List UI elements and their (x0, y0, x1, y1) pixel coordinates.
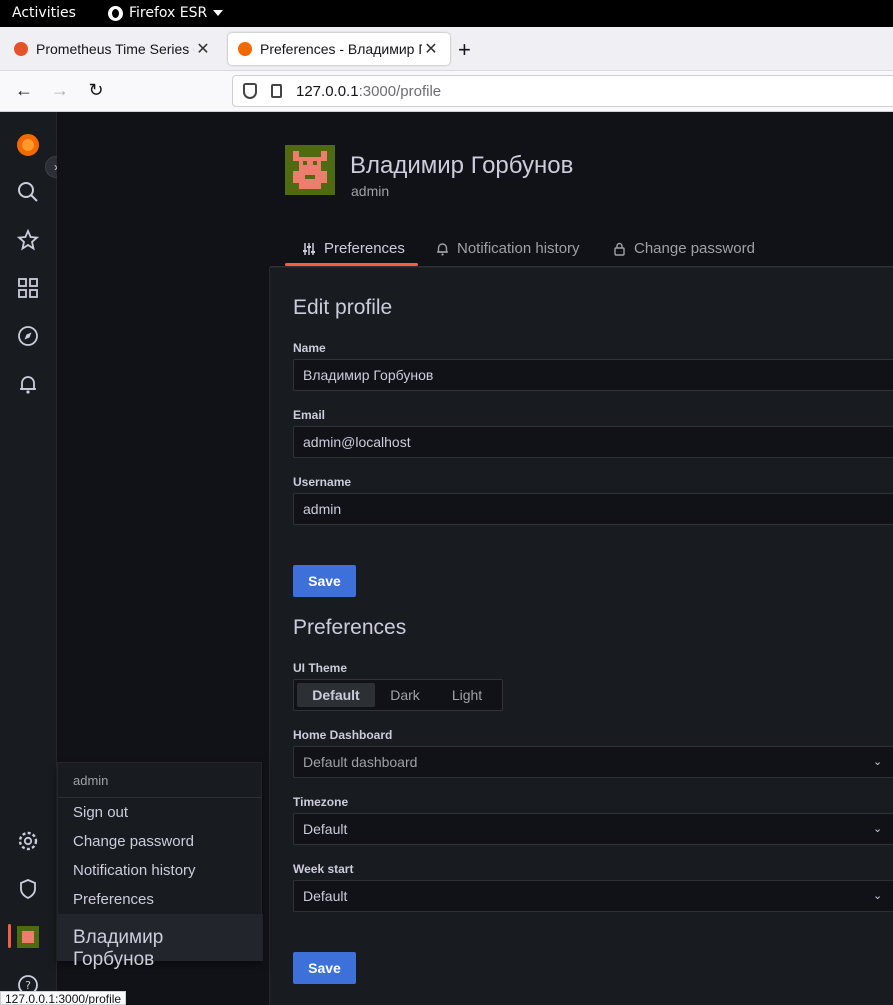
user-menu-name[interactable]: Владимир Горбунов (58, 914, 263, 970)
forward-icon[interactable]: → (48, 80, 72, 101)
save-preferences-button[interactable]: Save (293, 952, 356, 984)
chevron-down-icon: ⌄ (873, 890, 883, 902)
tab-label: Notification history (457, 240, 580, 257)
user-avatar-icon[interactable] (16, 925, 40, 949)
close-tab-icon[interactable]: ✕ (194, 39, 212, 59)
email-label: Email (293, 408, 326, 422)
sliders-icon (303, 242, 315, 255)
explore-compass-icon[interactable] (16, 324, 40, 348)
tab-label: Change password (634, 240, 755, 257)
search-icon[interactable] (16, 180, 40, 204)
back-icon[interactable]: ← (12, 80, 36, 101)
close-tab-icon[interactable]: ✕ (422, 39, 440, 59)
menu-item-preferences[interactable]: Preferences (73, 891, 154, 908)
server-admin-shield-icon[interactable] (16, 877, 40, 901)
theme-option-default[interactable]: Default (297, 683, 375, 707)
preferences-heading: Preferences (293, 616, 407, 639)
browser-tab-preferences[interactable]: Preferences - Владимир Г ✕ (228, 33, 450, 65)
menu-item-change-password[interactable]: Change password (73, 833, 194, 850)
chevron-down-icon: ⌄ (873, 756, 883, 768)
gnome-top-bar: Activities Firefox ESR (0, 0, 893, 27)
page-info-icon[interactable] (271, 84, 282, 98)
tab-title: Prometheus Time Series C (36, 41, 194, 57)
name-label: Name (293, 341, 326, 355)
status-link-preview: 127.0.0.1:3000/profile (0, 991, 127, 1005)
url-path: :3000/profile (358, 82, 442, 100)
week-start-select[interactable]: Default (293, 880, 893, 912)
configuration-gear-icon[interactable] (16, 829, 40, 853)
week-start-label: Week start (293, 862, 354, 876)
tab-notification-history[interactable]: Notification history (436, 240, 580, 257)
user-menu-header: admin (58, 763, 261, 798)
dashboards-icon[interactable] (16, 276, 40, 300)
address-bar[interactable]: 127.0.0.1:3000/profile (232, 75, 893, 107)
edit-profile-heading: Edit profile (293, 296, 393, 319)
username-input[interactable]: admin (293, 493, 893, 525)
profile-login: admin (351, 183, 390, 199)
ui-theme-label: UI Theme (293, 661, 348, 675)
grafana-favicon-icon (238, 42, 252, 56)
app-menu[interactable]: Firefox ESR (108, 5, 224, 21)
username-label: Username (293, 475, 352, 489)
profile-avatar (285, 145, 335, 195)
timezone-select[interactable]: Default (293, 813, 893, 845)
lock-icon (614, 242, 625, 256)
bell-icon (437, 242, 448, 256)
ui-theme-radio-group: Default Dark Light (293, 679, 503, 711)
save-profile-button[interactable]: Save (293, 565, 356, 597)
name-input[interactable]: Владимир Горбунов (293, 359, 893, 391)
tab-preferences[interactable]: Preferences (302, 240, 405, 257)
theme-option-light[interactable]: Light (436, 683, 498, 707)
firefox-icon (108, 5, 123, 21)
browser-nav-bar: ← → ↻ 127.0.0.1:3000/profile (0, 71, 893, 112)
menu-item-notification-history[interactable]: Notification history (73, 862, 196, 879)
browser-tab-strip: Prometheus Time Series C ✕ Preferences -… (0, 27, 893, 71)
home-dashboard-select[interactable]: Default dashboard (293, 746, 893, 778)
theme-option-dark[interactable]: Dark (378, 683, 432, 707)
profile-name: Владимир Горбунов (350, 152, 574, 179)
new-tab-icon[interactable]: + (458, 37, 471, 63)
tab-label: Preferences (324, 240, 405, 257)
browser-tab-prometheus[interactable]: Prometheus Time Series C ✕ (4, 33, 222, 65)
app-menu-label: Firefox ESR (129, 5, 208, 21)
caret-down-icon (213, 10, 224, 16)
chevron-down-icon: ⌄ (873, 823, 883, 835)
activities-button[interactable]: Activities (12, 5, 76, 21)
prometheus-favicon-icon (14, 42, 28, 56)
alerting-bell-icon[interactable] (16, 372, 40, 396)
menu-item-sign-out[interactable]: Sign out (73, 804, 128, 821)
user-menu: admin Sign out Change password Notificat… (57, 762, 263, 970)
email-input[interactable]: admin@localhost (293, 426, 893, 458)
timezone-label: Timezone (293, 795, 349, 809)
active-indicator (8, 924, 11, 948)
grafana-logo-icon[interactable] (16, 133, 40, 157)
star-icon[interactable] (16, 228, 40, 252)
tab-change-password[interactable]: Change password (613, 240, 755, 257)
home-dashboard-label: Home Dashboard (293, 728, 393, 742)
tab-title: Preferences - Владимир Г (260, 41, 422, 57)
tracking-shield-icon[interactable] (243, 83, 257, 99)
reload-icon[interactable]: ↻ (84, 80, 108, 101)
url-host: 127.0.0.1 (296, 82, 359, 100)
